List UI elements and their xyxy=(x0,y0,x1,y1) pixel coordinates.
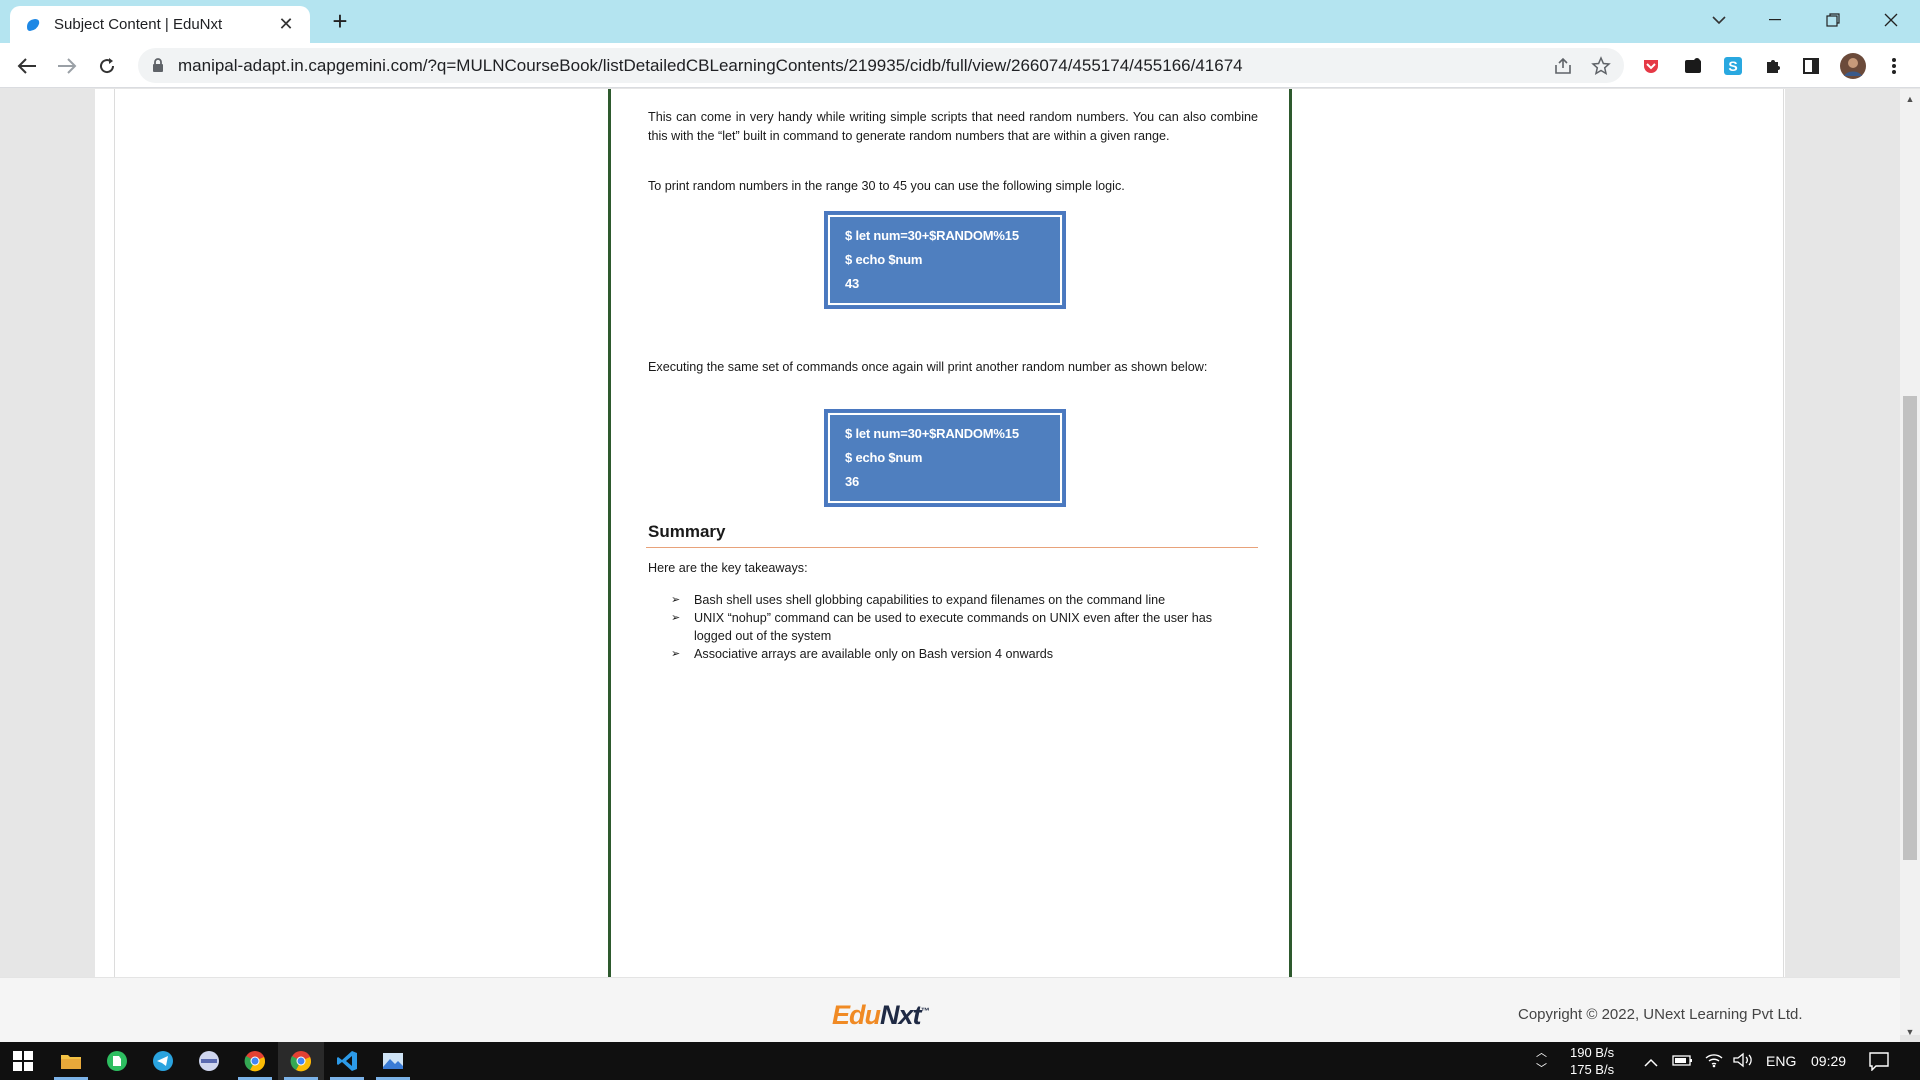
bookmark-star-icon[interactable] xyxy=(1590,55,1612,77)
code-block-1: $ let num=30+$RANDOM%15 $ echo $num 43 xyxy=(824,211,1066,309)
list-item: ➢ UNIX “nohup” command can be used to exe… xyxy=(671,611,1213,643)
new-tab-button[interactable]: + xyxy=(326,8,354,34)
code-block-2: $ let num=30+$RANDOM%15 $ echo $num 36 xyxy=(824,409,1066,507)
network-upload-speed: 190 B/s xyxy=(1570,1045,1615,1060)
show-hidden-icons-chevron-icon[interactable] xyxy=(1644,1054,1658,1072)
battery-icon[interactable] xyxy=(1672,1054,1694,1072)
clock-time[interactable]: 09:29 xyxy=(1811,1053,1846,1069)
summary-heading: Summary xyxy=(648,522,726,541)
code-output: 36 xyxy=(845,474,860,489)
telegram-icon[interactable] xyxy=(140,1042,186,1080)
paragraph-range-logic: To print random numbers in the range 30 … xyxy=(648,179,1125,193)
s-extension-icon[interactable]: S xyxy=(1721,54,1745,78)
profile-avatar[interactable] xyxy=(1838,51,1868,81)
scrollbar-thumb[interactable] xyxy=(1903,396,1917,860)
scroll-down-arrow-icon[interactable]: ▼ xyxy=(1900,1024,1920,1040)
vscode-icon[interactable] xyxy=(324,1042,370,1080)
input-language[interactable]: ENG xyxy=(1766,1053,1796,1069)
tab-title: Subject Content | EduNxt xyxy=(54,16,223,33)
windows-start-icon[interactable] xyxy=(0,1042,46,1080)
close-window-button[interactable] xyxy=(1862,0,1920,40)
windows-taskbar: ︿ ﹀ 190 B/s 175 B/s ENG 09:29 xyxy=(0,1042,1920,1080)
edunxt-favicon-icon xyxy=(27,18,40,31)
code-line: $ let num=30+$RANDOM%15 xyxy=(845,228,1019,243)
back-arrow-icon[interactable] xyxy=(12,51,42,81)
network-down-arrow-icon: ﹀ xyxy=(1536,1063,1547,1075)
code-line: $ echo $num xyxy=(845,450,923,465)
summary-divider xyxy=(646,547,1258,548)
browser-tab-strip: Subject Content | EduNxt ✕ + xyxy=(0,0,1920,43)
svg-text:S: S xyxy=(1728,58,1737,74)
photos-icon[interactable] xyxy=(370,1042,416,1080)
document-page: This can come in very handy while writin… xyxy=(608,89,1292,977)
bullet-arrow-icon: ➢ xyxy=(671,648,681,660)
chrome-window-icon[interactable] xyxy=(278,1042,324,1080)
code-line: $ echo $num xyxy=(845,252,923,267)
takeaways-list: ➢ Bash shell uses shell globbing capabili… xyxy=(671,591,1251,663)
tab-close-icon[interactable]: ✕ xyxy=(276,14,296,35)
browser-toolbar: manipal-adapt.in.capgemini.com/?q=MULNCo… xyxy=(0,43,1920,88)
tab-search-chevron-icon[interactable] xyxy=(1690,0,1748,40)
page-viewport: This can come in very handy while writin… xyxy=(0,89,1900,977)
puzzle-extension-dark-icon[interactable] xyxy=(1681,54,1705,78)
copyright-text: Copyright © 2022, UNext Learning Pvt Ltd… xyxy=(1518,1006,1803,1023)
code-line: $ let num=30+$RANDOM%15 xyxy=(845,426,1019,441)
bullet-arrow-icon: ➢ xyxy=(671,594,681,606)
page-footer: EduNxt™ Copyright © 2022, UNext Learning… xyxy=(0,977,1900,1042)
paragraph-execute-again: Executing the same set of commands once … xyxy=(648,360,1208,374)
url-text[interactable]: manipal-adapt.in.capgemini.com/?q=MULNCo… xyxy=(178,56,1243,76)
network-up-arrow-icon: ︿ xyxy=(1536,1047,1547,1059)
wifi-icon[interactable] xyxy=(1704,1052,1724,1073)
extensions-puzzle-icon[interactable] xyxy=(1761,54,1785,78)
side-panel-icon[interactable] xyxy=(1799,54,1823,78)
list-item: ➢ Bash shell uses shell globbing capabili… xyxy=(671,593,1166,607)
minimize-button[interactable] xyxy=(1746,0,1804,40)
evernote-icon[interactable] xyxy=(94,1042,140,1080)
share-icon[interactable] xyxy=(1552,55,1574,77)
file-explorer-icon[interactable] xyxy=(48,1042,94,1080)
list-item: ➢ Associative arrays are available only o… xyxy=(671,647,1054,661)
volume-icon[interactable] xyxy=(1732,1052,1754,1073)
restore-button[interactable] xyxy=(1804,0,1862,40)
code-output: 43 xyxy=(845,276,860,291)
notifications-icon[interactable] xyxy=(1868,1051,1890,1076)
pocket-extension-icon[interactable] xyxy=(1639,54,1663,78)
address-bar[interactable]: manipal-adapt.in.capgemini.com/?q=MULNCo… xyxy=(138,48,1624,83)
forward-arrow-icon[interactable] xyxy=(52,51,82,81)
chrome-menu-icon[interactable] xyxy=(1882,54,1906,78)
edunxt-logo[interactable]: EduNxt™ xyxy=(832,1000,930,1031)
lock-icon[interactable] xyxy=(152,57,164,73)
chrome-icon[interactable] xyxy=(232,1042,278,1080)
summary-intro: Here are the key takeaways: xyxy=(648,561,808,575)
paragraph-random-intro: This can come in very handy while writin… xyxy=(648,110,1258,143)
bullet-arrow-icon: ➢ xyxy=(671,612,681,624)
app-icon[interactable] xyxy=(186,1042,232,1080)
reload-icon[interactable] xyxy=(92,51,122,81)
network-download-speed: 175 B/s xyxy=(1570,1062,1615,1077)
browser-tab-active[interactable]: Subject Content | EduNxt ✕ xyxy=(10,6,310,43)
scroll-up-arrow-icon[interactable]: ▲ xyxy=(1900,91,1920,107)
